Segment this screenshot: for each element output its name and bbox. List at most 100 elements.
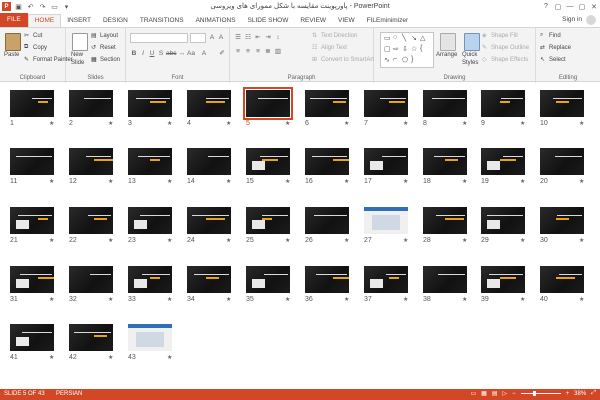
transition-star-icon[interactable]: ★ bbox=[167, 296, 172, 303]
slide-thumbnail[interactable] bbox=[246, 207, 290, 234]
slide-thumbnail[interactable] bbox=[481, 90, 525, 117]
quick-styles-icon[interactable] bbox=[464, 33, 480, 51]
slide-thumbnail[interactable] bbox=[10, 266, 54, 293]
transition-star-icon[interactable]: ★ bbox=[344, 178, 349, 185]
align-text-button[interactable]: ☷ Align Text bbox=[312, 44, 347, 52]
align-left-icon[interactable]: ≡ bbox=[234, 48, 242, 56]
sign-in-link[interactable]: Sign in bbox=[562, 16, 582, 23]
font-color-icon[interactable]: A bbox=[200, 50, 208, 58]
zoom-slider-thumb[interactable] bbox=[532, 391, 536, 396]
powerpoint-app-icon[interactable]: P bbox=[2, 2, 11, 11]
underline-icon[interactable]: U bbox=[148, 50, 156, 58]
slide-thumbnail[interactable] bbox=[10, 148, 54, 175]
slide-thumbnail[interactable] bbox=[187, 207, 231, 234]
slide-thumbnail[interactable] bbox=[423, 148, 467, 175]
slide-thumbnail[interactable] bbox=[305, 266, 349, 293]
convert-smartart-button[interactable]: ⊞ Convert to SmartArt bbox=[312, 56, 374, 64]
copy-button[interactable]: ⧉ Copy bbox=[24, 44, 47, 51]
transition-star-icon[interactable]: ★ bbox=[167, 120, 172, 127]
restore-icon[interactable]: ▢ bbox=[576, 0, 588, 13]
shape-fill-button[interactable]: ◈ Shape Fill bbox=[482, 32, 518, 40]
tab-view[interactable]: VIEW bbox=[332, 15, 361, 27]
align-right-icon[interactable]: ≡ bbox=[254, 48, 262, 56]
tab-insert[interactable]: INSERT bbox=[61, 15, 97, 27]
rounded-rect-shape-icon[interactable]: ▢ bbox=[384, 45, 391, 53]
transition-star-icon[interactable]: ★ bbox=[344, 296, 349, 303]
transition-star-icon[interactable]: ★ bbox=[462, 120, 467, 127]
transition-star-icon[interactable]: ★ bbox=[462, 237, 467, 244]
slide-thumbnail[interactable] bbox=[423, 207, 467, 234]
transition-star-icon[interactable]: ★ bbox=[403, 178, 408, 185]
slide-thumbnail[interactable] bbox=[69, 207, 113, 234]
new-slide-button[interactable]: New bbox=[71, 52, 83, 58]
slide-thumbnail[interactable] bbox=[243, 87, 293, 120]
change-case-icon[interactable]: Aa bbox=[187, 50, 195, 58]
slide-thumbnail[interactable] bbox=[481, 266, 525, 293]
tab-design[interactable]: DESIGN bbox=[97, 15, 134, 27]
tab-transitions[interactable]: TRANSITIONS bbox=[134, 15, 190, 27]
transition-star-icon[interactable]: ★ bbox=[226, 296, 231, 303]
slide-thumbnail[interactable] bbox=[128, 207, 172, 234]
tab-slide-show[interactable]: SLIDE SHOW bbox=[242, 15, 295, 27]
section-button[interactable]: ▦ Section bbox=[91, 56, 120, 64]
transition-star-icon[interactable]: ★ bbox=[108, 178, 113, 185]
fit-to-window-icon[interactable]: ⤢ bbox=[591, 390, 596, 397]
oval-shape-icon[interactable]: ○ bbox=[393, 34, 397, 41]
brace-shape-icon[interactable]: } bbox=[411, 56, 413, 63]
replace-button[interactable]: ⇄ Replace bbox=[540, 44, 571, 52]
transition-star-icon[interactable]: ★ bbox=[108, 296, 113, 303]
zoom-out-icon[interactable]: − bbox=[512, 391, 516, 397]
shape-effects-button[interactable]: ◇ Shape Effects bbox=[482, 56, 528, 64]
transition-star-icon[interactable]: ★ bbox=[462, 296, 467, 303]
close-icon[interactable]: ✕ bbox=[588, 0, 600, 13]
transition-star-icon[interactable]: ★ bbox=[579, 237, 584, 244]
transition-star-icon[interactable]: ★ bbox=[49, 296, 54, 303]
shapes-gallery[interactable]: ▭ ○ ╲ ↘ △ ▢ ⇨ ⇩ ☆ { ∿ ⌐ ⬠ } bbox=[380, 32, 434, 68]
bracket-shape-icon[interactable]: { bbox=[420, 45, 422, 52]
transition-star-icon[interactable]: ★ bbox=[520, 178, 525, 185]
slide-thumbnail[interactable] bbox=[10, 324, 54, 351]
transition-star-icon[interactable]: ★ bbox=[285, 296, 290, 303]
tab-fileminimizer[interactable]: FILEminimizer bbox=[361, 15, 415, 27]
slide-thumbnail[interactable] bbox=[540, 90, 584, 117]
align-center-icon[interactable]: ≡ bbox=[244, 48, 252, 56]
slide-thumbnail[interactable] bbox=[10, 90, 54, 117]
slide-thumbnail[interactable] bbox=[128, 90, 172, 117]
line-spacing-icon[interactable]: ↕ bbox=[274, 34, 282, 42]
font-name-select[interactable] bbox=[130, 33, 188, 43]
slide-thumbnail[interactable] bbox=[481, 207, 525, 234]
line-shape-icon[interactable]: ╲ bbox=[402, 34, 406, 42]
elbow-shape-icon[interactable]: ⌐ bbox=[393, 56, 397, 63]
transition-star-icon[interactable]: ★ bbox=[167, 237, 172, 244]
rectangle-shape-icon[interactable]: ▭ bbox=[384, 34, 391, 42]
transition-star-icon[interactable]: ★ bbox=[167, 354, 172, 361]
transition-star-icon[interactable]: ★ bbox=[108, 237, 113, 244]
slide-thumbnail[interactable] bbox=[128, 266, 172, 293]
slide-thumbnail[interactable] bbox=[246, 266, 290, 293]
slide-thumbnail[interactable] bbox=[540, 207, 584, 234]
redo-icon[interactable]: ↷ bbox=[38, 2, 47, 11]
slide-thumbnail[interactable] bbox=[364, 207, 408, 234]
numbering-icon[interactable]: ☷ bbox=[244, 34, 252, 42]
arrange-icon[interactable] bbox=[440, 33, 456, 51]
star-shape-icon[interactable]: ☆ bbox=[411, 45, 417, 53]
slide-thumbnail[interactable] bbox=[69, 324, 113, 351]
present-icon[interactable]: ▭ bbox=[50, 2, 59, 11]
arrange-button[interactable]: Arrange bbox=[436, 52, 457, 58]
slide-thumbnail[interactable] bbox=[540, 266, 584, 293]
transition-star-icon[interactable]: ★ bbox=[462, 178, 467, 185]
tab-home[interactable]: HOME bbox=[27, 14, 62, 27]
ribbon-display-options-icon[interactable]: ▢ bbox=[552, 0, 564, 13]
shrink-font-icon[interactable]: A bbox=[217, 34, 225, 42]
pentagon-shape-icon[interactable]: ⬠ bbox=[402, 56, 408, 64]
save-icon[interactable]: ▣ bbox=[14, 2, 23, 11]
find-button[interactable]: ⌕ Find bbox=[540, 32, 561, 39]
slide-thumbnail[interactable] bbox=[364, 148, 408, 175]
arrow-shape-icon[interactable]: ↘ bbox=[411, 34, 417, 42]
transition-star-icon[interactable]: ★ bbox=[579, 178, 584, 185]
select-button[interactable]: ↖ Select bbox=[540, 56, 566, 64]
slideshow-view-icon[interactable]: ▷ bbox=[503, 390, 508, 397]
transition-star-icon[interactable]: ★ bbox=[285, 237, 290, 244]
transition-star-icon[interactable]: ★ bbox=[520, 120, 525, 127]
transition-star-icon[interactable]: ★ bbox=[49, 354, 54, 361]
